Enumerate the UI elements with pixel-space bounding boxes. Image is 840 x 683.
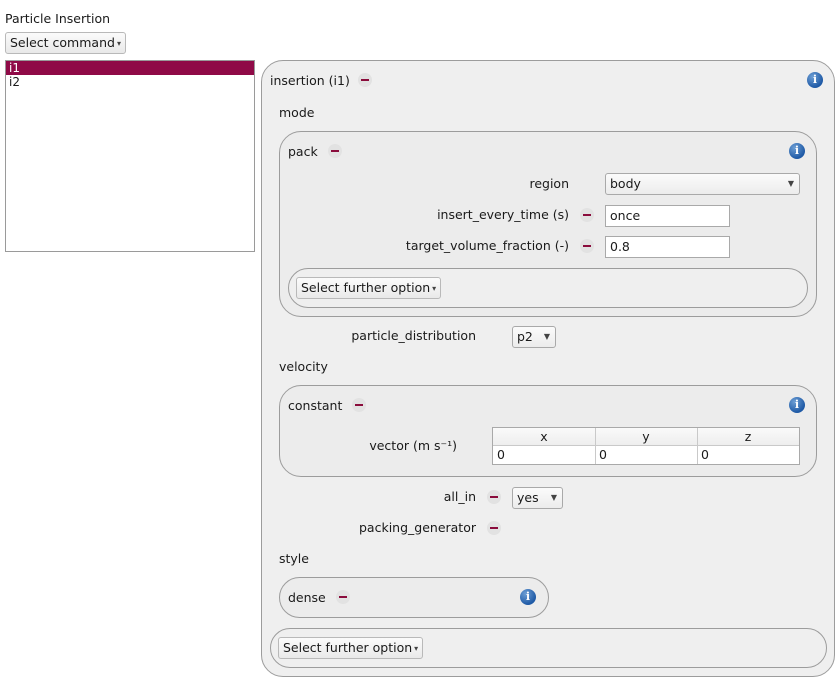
remove-insertion-icon[interactable]: [358, 73, 372, 87]
chevron-down-icon: ▼: [550, 493, 557, 502]
dropdown-caret-icon: ▾: [116, 39, 121, 48]
velocity-label: velocity: [279, 359, 328, 374]
remove-insert-every-time-icon[interactable]: [580, 208, 594, 222]
select-command-button[interactable]: Select command ▾: [5, 32, 126, 54]
remove-all-in-icon[interactable]: [487, 490, 501, 504]
dense-title: dense: [288, 590, 326, 605]
target-volume-fraction-label: target_volume_fraction (-): [405, 238, 569, 253]
region-value: body: [610, 176, 641, 191]
column-header-x: x: [493, 428, 595, 446]
dropdown-caret-icon: ▾: [432, 284, 437, 293]
dropdown-caret-icon: ▾: [414, 644, 419, 653]
pack-further-option-button[interactable]: Select further option ▾: [296, 277, 442, 299]
vector-z-cell[interactable]: 0: [697, 446, 799, 464]
insert-every-time-label: insert_every_time (s): [437, 207, 569, 222]
target-volume-fraction-field[interactable]: 0.8: [605, 236, 730, 258]
remove-packing-generator-icon[interactable]: [487, 521, 501, 535]
all-in-value: yes: [517, 490, 539, 505]
insertion-further-option-label: Select further option: [283, 640, 413, 655]
mode-label: mode: [279, 105, 315, 120]
pack-info-icon[interactable]: i: [789, 143, 805, 159]
column-header-y: y: [595, 428, 697, 446]
pack-further-option-label: Select further option: [301, 280, 431, 295]
remove-pack-icon[interactable]: [328, 144, 342, 158]
constant-info-icon[interactable]: i: [789, 397, 805, 413]
page-title: Particle Insertion: [5, 11, 111, 26]
remove-dense-icon[interactable]: [336, 590, 350, 604]
style-label: style: [279, 551, 309, 566]
constant-title: constant: [288, 398, 343, 413]
insertion-info-icon[interactable]: i: [807, 72, 823, 88]
insert-every-time-field[interactable]: once: [605, 205, 730, 227]
vector-x-cell[interactable]: 0: [493, 446, 595, 464]
region-label: region: [529, 176, 569, 191]
list-item[interactable]: i1: [6, 61, 254, 75]
chevron-down-icon: ▼: [787, 179, 794, 188]
vector-label: vector (m s⁻¹): [369, 438, 457, 453]
all-in-label: all_in: [443, 489, 476, 504]
list-item[interactable]: i2: [6, 75, 254, 89]
column-header-z: z: [697, 428, 799, 446]
chevron-down-icon: ▼: [543, 332, 550, 341]
region-select[interactable]: body ▼: [605, 173, 800, 195]
particle-distribution-label: particle_distribution: [351, 328, 476, 343]
particle-distribution-select[interactable]: p2 ▼: [512, 326, 556, 348]
insertion-title: insertion (i1): [270, 73, 350, 88]
vector-table: x y z 0 0 0: [492, 427, 800, 465]
pack-title: pack: [288, 144, 318, 159]
packing-generator-label: packing_generator: [358, 520, 476, 535]
remove-constant-icon[interactable]: [352, 398, 366, 412]
command-list[interactable]: i1 i2: [5, 60, 255, 252]
particle-distribution-value: p2: [517, 329, 533, 344]
dense-info-icon[interactable]: i: [520, 589, 536, 605]
remove-target-volume-fraction-icon[interactable]: [580, 239, 594, 253]
insertion-further-option-button[interactable]: Select further option ▾: [278, 637, 424, 659]
vector-y-cell[interactable]: 0: [595, 446, 697, 464]
all-in-select[interactable]: yes ▼: [512, 487, 563, 509]
select-command-label: Select command: [10, 35, 115, 50]
